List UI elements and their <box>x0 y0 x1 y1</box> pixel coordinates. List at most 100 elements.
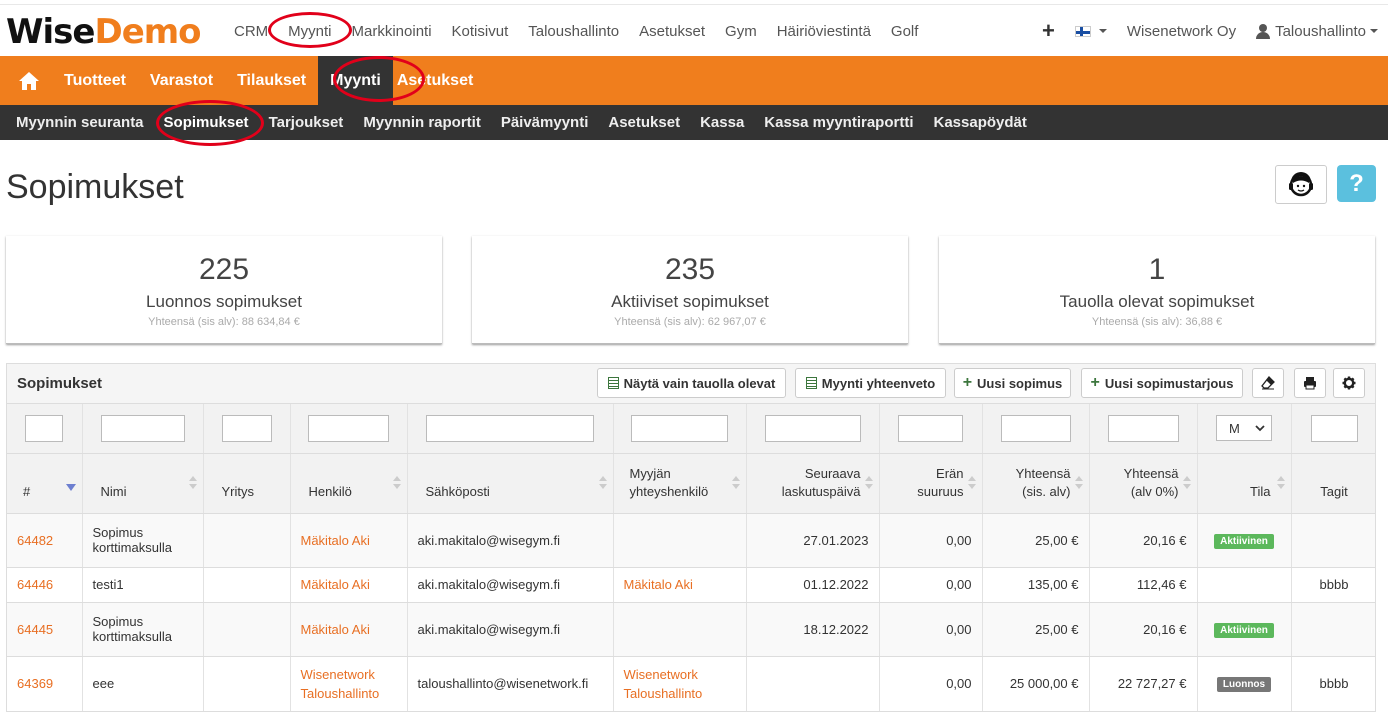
col-batch[interactable]: Erän suuruus <box>879 453 983 514</box>
filter-email-input[interactable] <box>426 414 594 442</box>
filter-status-select[interactable]: M <box>1216 415 1272 442</box>
add-button[interactable]: + <box>1032 18 1065 44</box>
filter-seller-input[interactable] <box>631 414 728 442</box>
new-contract-offer-button[interactable]: + Uusi sopimustarjous <box>1081 368 1243 398</box>
row-email: aki.makitalo@wisegym.fi <box>407 602 614 657</box>
col-id[interactable]: # <box>7 453 83 514</box>
row-seller-link[interactable] <box>613 513 747 568</box>
row-seller-link[interactable]: Mäkitalo Aki <box>613 567 747 603</box>
clear-filters-button[interactable] <box>1252 368 1284 398</box>
col-name[interactable]: Nimi <box>82 453 204 514</box>
topnav-myynti[interactable]: Myynti <box>278 23 341 40</box>
row-tags: bbbb <box>1291 656 1375 711</box>
plus-icon: + <box>1042 18 1055 43</box>
row-seller-link[interactable] <box>613 602 747 657</box>
row-person-link[interactable]: Mäkitalo Aki <box>290 567 408 603</box>
row-tags: bbbb <box>1291 567 1375 603</box>
row-id-link[interactable]: 64482 <box>7 513 83 568</box>
topnav-hairioviestinta[interactable]: Häiriöviestintä <box>767 23 881 40</box>
row-name: testi1 <box>82 567 204 603</box>
row-seller-link[interactable]: Wisenetwork Taloushallinto <box>613 656 747 711</box>
filter-batch-input[interactable] <box>898 414 963 442</box>
help-button[interactable]: ? <box>1337 165 1376 202</box>
topnav-crm[interactable]: CRM <box>224 23 278 40</box>
filter-cell <box>290 404 408 454</box>
table-row[interactable]: 64445 Sopimus korttimaksulla Mäkitalo Ak… <box>7 602 1375 657</box>
table-row[interactable]: 64446 testi1 Mäkitalo Aki aki.makitalo@w… <box>7 567 1375 603</box>
filter-cell: M <box>1197 404 1292 454</box>
filter-total-input[interactable] <box>1000 414 1071 442</box>
col-status[interactable]: Tila <box>1197 453 1292 514</box>
stat-card-active[interactable]: 235 Aktiiviset sopimukset Yhteensä (sis … <box>472 236 908 344</box>
stat-count: 235 <box>664 253 716 286</box>
subnav-kassa[interactable]: Kassa <box>690 114 754 131</box>
topnav-kotisivut[interactable]: Kotisivut <box>442 23 519 40</box>
subnav-kassa-myyntiraportti[interactable]: Kassa myyntiraportti <box>754 114 923 131</box>
company-name[interactable]: Wisenetwork Oy <box>1117 23 1246 40</box>
col-net[interactable]: Yhteensä (alv 0%) <box>1089 453 1198 514</box>
table-row[interactable]: 64369 eee Wisenetwork Taloushallinto tal… <box>7 656 1375 711</box>
mainnav-asetukset[interactable]: Asetukset <box>393 56 485 105</box>
topnav-markkinointi[interactable]: Markkinointi <box>342 23 442 40</box>
row-id-link[interactable]: 64446 <box>7 567 83 603</box>
home-icon[interactable] <box>0 56 58 105</box>
mainnav-tuotteet[interactable]: Tuotteet <box>58 56 138 105</box>
filter-id-input[interactable] <box>25 414 64 442</box>
filter-tags-input[interactable] <box>1310 414 1358 442</box>
filter-company-input[interactable] <box>221 414 272 442</box>
filter-cell <box>982 404 1090 454</box>
subnav-kassapoydat[interactable]: Kassapöydät <box>924 114 1037 131</box>
col-total[interactable]: Yhteensä (sis. alv) <box>982 453 1090 514</box>
row-next-billing <box>746 656 880 711</box>
filter-cell <box>879 404 983 454</box>
subnav-myynnin-raportit[interactable]: Myynnin raportit <box>353 114 491 131</box>
filter-next-billing-input[interactable] <box>764 414 861 442</box>
subnav-tarjoukset[interactable]: Tarjoukset <box>259 114 354 131</box>
plus-icon: + <box>962 374 973 391</box>
print-button[interactable] <box>1294 368 1326 398</box>
row-id-link[interactable]: 64369 <box>7 656 83 711</box>
col-person[interactable]: Henkilö <box>290 453 408 514</box>
stat-sum: Yhteensä (sis alv): 88 634,84 € <box>148 316 300 328</box>
col-email[interactable]: Sähköposti <box>407 453 614 514</box>
subnav-myynnin-seuranta[interactable]: Myynnin seuranta <box>6 114 154 131</box>
language-dropdown[interactable] <box>1065 25 1117 37</box>
support-button[interactable] <box>1275 165 1327 204</box>
row-person-link[interactable]: Wisenetwork Taloushallinto <box>290 656 408 711</box>
mainnav-tilaukset[interactable]: Tilaukset <box>225 56 318 105</box>
user-menu[interactable]: Taloushallinto <box>1246 23 1388 40</box>
row-total: 25,00 € <box>982 602 1090 657</box>
subnav-asetukset[interactable]: Asetukset <box>598 114 690 131</box>
stat-card-paused[interactable]: 1 Tauolla olevat sopimukset Yhteensä (si… <box>939 236 1375 344</box>
stat-label: Luonnos sopimukset <box>146 292 302 311</box>
filter-row: M <box>7 404 1375 454</box>
col-tags[interactable]: Tagit <box>1291 453 1375 514</box>
filter-person-input[interactable] <box>308 414 389 442</box>
row-id-link[interactable]: 64445 <box>7 602 83 657</box>
col-next-billing[interactable]: Seuraava laskutuspäivä <box>746 453 880 514</box>
mainnav-varastot[interactable]: Varastot <box>138 56 225 105</box>
settings-button[interactable] <box>1333 368 1365 398</box>
wisedemo-logo[interactable]: WiseDemo <box>6 15 202 49</box>
topnav-gym[interactable]: Gym <box>715 23 767 40</box>
table-row[interactable]: 64482 Sopimus korttimaksulla Mäkitalo Ak… <box>7 513 1375 568</box>
sales-summary-button[interactable]: Myynti yhteenveto <box>795 368 946 398</box>
subnav-paivamyynti[interactable]: Päivämyynti <box>491 114 599 131</box>
stat-card-draft[interactable]: 225 Luonnos sopimukset Yhteensä (sis alv… <box>6 236 442 344</box>
subnav-sopimukset[interactable]: Sopimukset <box>154 114 259 131</box>
user-name: Taloushallinto <box>1275 22 1366 40</box>
filter-name-input[interactable] <box>100 414 185 442</box>
row-person-link[interactable]: Mäkitalo Aki <box>290 602 408 657</box>
topnav-taloushallinto[interactable]: Taloushallinto <box>518 23 629 40</box>
show-paused-button[interactable]: Näytä vain tauolla olevat <box>597 368 786 398</box>
topnav-golf[interactable]: Golf <box>881 23 929 40</box>
filter-net-input[interactable] <box>1107 414 1179 442</box>
caret-down-icon <box>1370 29 1378 33</box>
col-seller[interactable]: Myyjän yhteyshenkilö <box>613 453 747 514</box>
mainnav-myynti[interactable]: Myynti <box>318 56 393 105</box>
new-contract-button[interactable]: + Uusi sopimus <box>954 368 1071 398</box>
row-person-link[interactable]: Mäkitalo Aki <box>290 513 408 568</box>
col-company[interactable]: Yritys <box>203 453 291 514</box>
panel-title: Sopimukset <box>17 375 103 392</box>
topnav-asetukset[interactable]: Asetukset <box>629 23 715 40</box>
